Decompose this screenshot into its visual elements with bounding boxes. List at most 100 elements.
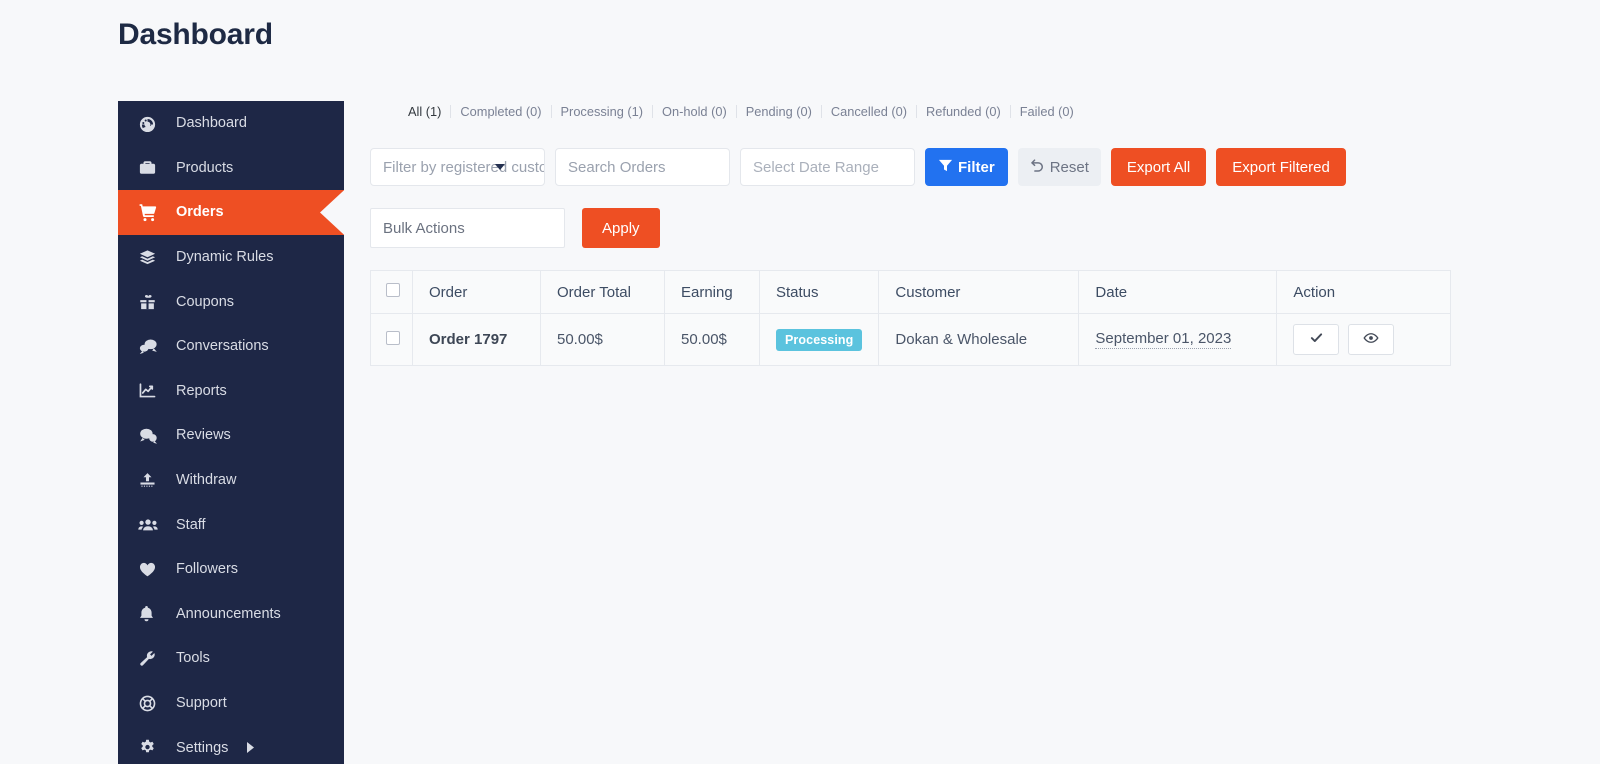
column-header-customer: Customer [878,270,1080,314]
cell-status: Processing [758,313,880,366]
sidebar-item-label: Withdraw [176,472,237,489]
sidebar-item-dashboard[interactable]: Dashboard [118,101,344,146]
reset-button-label: Reset [1049,158,1089,176]
customer-filter-select[interactable]: Filter by registered customer [370,148,545,186]
row-checkbox[interactable] [386,330,400,345]
bulk-actions-value: Bulk Actions [383,219,465,237]
date-range-input[interactable]: Select Date Range [740,148,915,186]
status-tab-failed[interactable]: Failed (0) [1011,104,1083,119]
view-order-button[interactable] [1348,324,1395,355]
status-tab-pending[interactable]: Pending (0) [737,104,821,119]
users-icon [138,515,168,535]
search-orders-text: Search Orders [568,158,666,176]
sidebar-item-label: Followers [176,561,239,578]
cell-earning: 50.00$ [664,313,760,366]
sidebar-item-settings[interactable]: Settings [118,725,344,764]
row-select-cell [370,313,413,366]
sidebar-item-label: Settings [176,739,229,756]
comment-dots-icon [138,425,168,445]
orders-table-wrapper: Order Order Total Earning Status Customer Dat… [370,270,1451,366]
upload-icon [138,471,168,490]
heart-icon [138,560,168,579]
export-filtered-button[interactable]: Export Filtered [1216,148,1346,186]
gift-icon [138,292,168,311]
app-root: Dashboard Dashboard Products Orders Dynamic… [0,0,1600,764]
bulk-actions-toolbar: Bulk Actions Apply [370,208,1455,248]
eye-icon [1363,330,1379,350]
lifebuoy-icon [138,694,168,713]
sidebar-item-staff[interactable]: Staff [118,502,344,547]
search-orders-input[interactable]: Search Orders [555,148,730,186]
sidebar-item-label: Reports [176,382,227,399]
sidebar-item-dynamic-rules[interactable]: Dynamic Rules [118,235,344,280]
sidebar-item-label: Orders [176,204,224,221]
column-header-status: Status [758,270,880,314]
briefcase-icon [138,158,168,177]
sidebar-item-withdraw[interactable]: Withdraw [118,458,344,503]
apply-bulk-action-button[interactable]: Apply [582,208,660,248]
sidebar-item-conversations[interactable]: Conversations [118,324,344,369]
table-row: Order 1797 50.00$ 50.00$ Processing Dokan & … [370,313,1451,366]
orders-table: Order Order Total Earning Status Customer Dat… [370,270,1451,366]
sidebar-item-label: Conversations [176,338,269,355]
status-tab-all[interactable]: All (1) [408,104,450,119]
filter-button[interactable]: Filter [925,148,1008,186]
cell-date: September 01, 2023 [1078,313,1278,366]
gauge-icon [138,114,168,133]
sidebar-item-orders[interactable]: Orders [118,190,344,235]
chart-line-icon [138,381,168,400]
sidebar-item-label: Support [176,695,227,712]
orders-table-body: Order 1797 50.00$ 50.00$ Processing Dokan & … [370,313,1451,366]
sidebar-item-coupons[interactable]: Coupons [118,279,344,324]
status-tab-processing[interactable]: Processing (1) [552,104,653,119]
cell-order-total: 50.00$ [540,313,665,366]
bulk-actions-select[interactable]: Bulk Actions [370,208,565,248]
sidebar-item-support[interactable]: Support [118,681,344,726]
sidebar-item-label: Dynamic Rules [176,249,274,266]
order-status-tabs: All (1) Completed (0) Processing (1) On-hol… [370,96,1455,126]
sidebar-item-label: Announcements [176,605,281,622]
sidebar-item-products[interactable]: Products [118,146,344,191]
chevron-down-icon [495,164,505,170]
mark-complete-button[interactable] [1293,324,1340,355]
sidebar-item-reports[interactable]: Reports [118,369,344,414]
column-header-order-total: Order Total [540,270,665,314]
select-all-checkbox[interactable] [386,283,400,297]
reset-button[interactable]: Reset [1017,148,1101,186]
status-tab-refunded[interactable]: Refunded (0) [917,104,1010,119]
sidebar-item-label: Tools [176,650,210,667]
column-header-order: Order [412,270,541,314]
sidebar-item-followers[interactable]: Followers [118,547,344,592]
bell-icon [138,604,168,623]
sidebar-item-reviews[interactable]: Reviews [118,413,344,458]
column-header-date: Date [1078,270,1278,314]
column-header-earning: Earning [664,270,760,314]
export-all-button[interactable]: Export All [1110,148,1207,186]
sidebar-item-label: Coupons [176,293,235,310]
sidebar-item-tools[interactable]: Tools [118,636,344,681]
sidebar: Dashboard Products Orders Dynamic Rules Coup… [118,101,344,764]
filter-button-label: Filter [958,158,995,176]
gear-icon [138,738,168,757]
select-all-header [370,270,413,314]
orders-table-head: Order Order Total Earning Status Customer Dat… [370,270,1451,314]
chevron-right-icon [246,742,255,754]
cell-action [1276,313,1451,366]
page-title: Dashboard [118,18,273,51]
order-date: September 01, 2023 [1095,330,1232,349]
status-tab-cancelled[interactable]: Cancelled (0) [822,104,916,119]
cell-customer: Dokan & Wholesale [878,313,1080,366]
sidebar-item-label: Products [176,159,234,176]
status-tab-on-hold[interactable]: On-hold (0) [653,104,736,119]
layers-icon [138,248,168,267]
chat-bubbles-icon [138,336,168,356]
check-icon [1309,330,1324,349]
status-tab-completed[interactable]: Completed (0) [451,104,550,119]
column-header-action: Action [1276,270,1451,314]
status-badge: Processing [776,328,863,351]
sidebar-item-announcements[interactable]: Announcements [118,592,344,637]
undo-icon [1030,158,1045,177]
table-header-row: Order Order Total Earning Status Customer Dat… [370,270,1451,314]
sidebar-item-label: Reviews [176,427,231,444]
sidebar-item-label: Staff [176,516,206,533]
